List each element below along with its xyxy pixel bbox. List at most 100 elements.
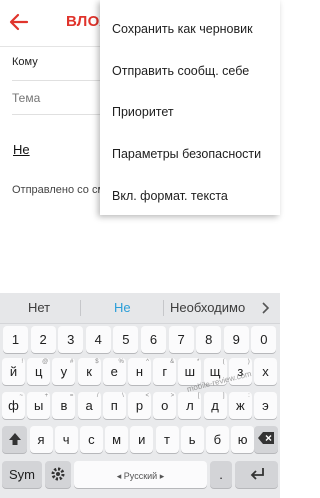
- key-label: 6: [149, 332, 158, 347]
- key-label: х: [262, 364, 269, 379]
- enter-icon: [250, 468, 264, 480]
- key-ь[interactable]: ь: [180, 426, 204, 453]
- key-7[interactable]: 7: [168, 326, 194, 353]
- key-8[interactable]: 8: [196, 326, 222, 353]
- key-1[interactable]: 1: [3, 326, 28, 353]
- to-field[interactable]: Кому: [12, 56, 38, 68]
- enter-key[interactable]: [235, 461, 278, 488]
- key-и[interactable]: и: [130, 426, 154, 453]
- key-label: 9: [232, 332, 240, 347]
- key-hint: ~: [19, 393, 23, 399]
- key-label: т: [164, 432, 170, 447]
- key-label: у: [60, 364, 68, 379]
- suggestion-2[interactable]: Не: [114, 300, 131, 315]
- key-у[interactable]: у #: [52, 358, 76, 385]
- key-hint: ^: [146, 359, 149, 365]
- menu-item-priority[interactable]: Приоритет: [112, 105, 174, 119]
- key-label: ч: [62, 432, 70, 447]
- suggestion-separator: [80, 300, 81, 316]
- key-л[interactable]: л[: [178, 392, 202, 419]
- key-label: с: [88, 432, 95, 447]
- suggestion-3[interactable]: Необходимо: [170, 300, 245, 315]
- key-г[interactable]: г &: [153, 358, 177, 385]
- key-hint: ]: [222, 393, 225, 399]
- subject-input[interactable]: [12, 91, 92, 105]
- key-в[interactable]: в =: [52, 392, 76, 419]
- backspace-icon: [258, 432, 274, 444]
- key-label: 1: [11, 332, 20, 347]
- key-hint: @: [42, 359, 49, 365]
- key-2[interactable]: 2: [30, 326, 56, 353]
- key-м[interactable]: м: [105, 426, 129, 453]
- key-hint: :: [248, 393, 250, 399]
- key-д[interactable]: д]: [203, 392, 227, 419]
- backspace-key[interactable]: [254, 426, 278, 453]
- key-й[interactable]: й!: [2, 358, 25, 385]
- settings-key[interactable]: [45, 461, 71, 488]
- suggestion-bar: Нет Не Необходимо: [0, 293, 280, 324]
- key-label: к: [86, 364, 92, 379]
- key-е[interactable]: е%: [102, 358, 126, 385]
- key-label: 0: [260, 332, 268, 347]
- key-к[interactable]: к $: [77, 358, 101, 385]
- key-п[interactable]: п \: [102, 392, 126, 419]
- key-hint: !: [21, 359, 23, 365]
- period-key[interactable]: .: [210, 461, 232, 488]
- overflow-menu: Сохранить как черновик Отправить сообщ. …: [100, 0, 280, 215]
- key-6[interactable]: 6: [141, 326, 166, 353]
- key-9[interactable]: 9: [223, 326, 249, 353]
- key-label: 2: [39, 332, 47, 347]
- key-label: п: [110, 398, 118, 413]
- chevron-right-icon[interactable]: [259, 298, 273, 318]
- key-label: н: [135, 364, 144, 379]
- key-label: э: [262, 398, 269, 413]
- key-б[interactable]: б: [205, 426, 229, 453]
- key-hint: *: [197, 359, 200, 365]
- space-key[interactable]: ◂ Русский ▸: [74, 461, 207, 488]
- key-р[interactable]: р <: [128, 392, 151, 419]
- key-label: 8: [205, 332, 213, 347]
- key-label: ◂ Русский ▸: [116, 471, 165, 481]
- shift-key[interactable]: [2, 426, 27, 453]
- key-т[interactable]: т: [155, 426, 179, 453]
- sym-key[interactable]: Sym: [2, 461, 42, 488]
- key-label: ф: [8, 398, 19, 413]
- key-label: 3: [67, 332, 75, 347]
- key-а[interactable]: а /: [77, 392, 101, 419]
- key-х[interactable]: х: [254, 358, 277, 385]
- menu-item-security-options[interactable]: Параметры безопасности: [112, 147, 261, 161]
- suggestion-1[interactable]: Нет: [28, 300, 50, 315]
- key-о[interactable]: о >: [153, 392, 177, 419]
- key-label: б: [213, 432, 222, 447]
- key-hint: %: [118, 359, 124, 365]
- menu-item-save-draft[interactable]: Сохранить как черновик: [112, 22, 253, 36]
- message-body[interactable]: Не: [13, 142, 30, 157]
- key-5[interactable]: 5: [113, 326, 139, 353]
- key-ы[interactable]: ы +: [27, 392, 51, 419]
- key-label: р: [135, 398, 144, 413]
- key-label: а: [85, 398, 93, 413]
- key-ч[interactable]: ч: [54, 426, 78, 453]
- key-н[interactable]: н ^: [128, 358, 151, 385]
- key-label: ж: [235, 398, 245, 413]
- key-0[interactable]: 0: [251, 326, 277, 353]
- key-э[interactable]: э: [254, 392, 277, 419]
- key-label: г: [162, 364, 168, 379]
- key-я[interactable]: я: [29, 426, 53, 453]
- key-с[interactable]: с: [79, 426, 103, 453]
- key-ф[interactable]: ф ~: [2, 392, 25, 419]
- key-label: 4: [94, 332, 102, 347]
- key-label: ы: [34, 398, 44, 413]
- key-ю[interactable]: ю: [231, 426, 255, 453]
- key-ц[interactable]: ц @: [27, 358, 51, 385]
- back-arrow-icon[interactable]: [6, 9, 32, 35]
- key-hint: ): [247, 359, 250, 365]
- key-label: м: [112, 432, 122, 447]
- key-4[interactable]: 4: [85, 326, 111, 353]
- key-ж[interactable]: ж:: [228, 392, 252, 419]
- menu-item-send-to-self[interactable]: Отправить сообщ. себе: [112, 64, 249, 78]
- key-3[interactable]: 3: [58, 326, 84, 353]
- key-hint: +: [44, 393, 49, 399]
- menu-item-rich-text[interactable]: Вкл. формат. текста: [112, 189, 228, 203]
- key-label: е: [110, 364, 118, 379]
